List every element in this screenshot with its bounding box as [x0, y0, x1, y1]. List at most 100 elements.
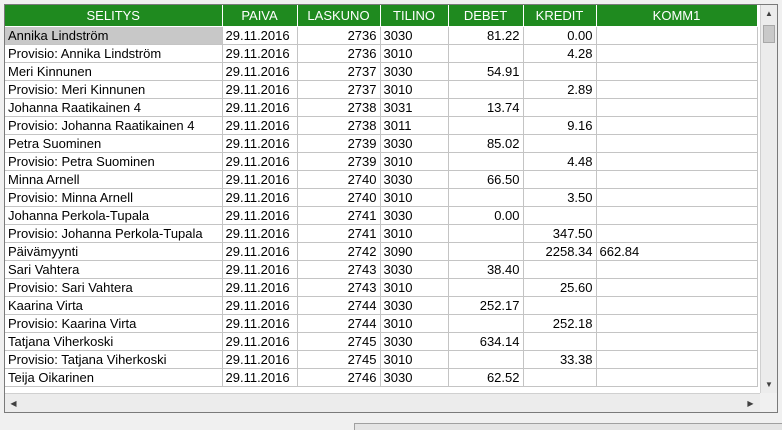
cell-komm1[interactable] — [596, 98, 758, 117]
cell-laskuno[interactable]: 2736 — [297, 26, 381, 45]
cell-kredit[interactable]: 252.18 — [523, 314, 597, 333]
cell-tilino[interactable]: 3010 — [380, 152, 449, 171]
cell-selitys[interactable]: Meri Kinnunen — [5, 62, 223, 81]
cell-komm1[interactable]: 662.84 — [596, 242, 758, 261]
cell-selitys[interactable]: Provisio: Sari Vahtera — [5, 278, 223, 297]
cell-paiva[interactable]: 29.11.2016 — [222, 332, 298, 351]
cell-paiva[interactable]: 29.11.2016 — [222, 98, 298, 117]
cell-komm1[interactable] — [596, 206, 758, 225]
scroll-up-icon[interactable]: ▲ — [761, 5, 777, 22]
cell-tilino[interactable]: 3030 — [380, 170, 449, 189]
cell-paiva[interactable]: 29.11.2016 — [222, 26, 298, 45]
cell-komm1[interactable] — [596, 350, 758, 369]
cell-selitys[interactable]: Provisio: Johanna Perkola-Tupala — [5, 224, 223, 243]
cell-debet[interactable]: 0.00 — [448, 206, 524, 225]
column-header-laskuno[interactable]: LASKUNO — [297, 5, 381, 27]
cell-laskuno[interactable]: 2743 — [297, 278, 381, 297]
cell-selitys[interactable]: Sari Vahtera — [5, 260, 223, 279]
cell-tilino[interactable]: 3031 — [380, 98, 449, 117]
cell-kredit[interactable]: 25.60 — [523, 278, 597, 297]
cell-tilino[interactable]: 3010 — [380, 224, 449, 243]
cell-paiva[interactable]: 29.11.2016 — [222, 134, 298, 153]
cell-komm1[interactable] — [596, 278, 758, 297]
table-row[interactable]: Tatjana Viherkoski 29.11.2016 2745 3030 634.… — [5, 332, 758, 351]
cell-selitys[interactable]: Petra Suominen — [5, 134, 223, 153]
cell-komm1[interactable] — [596, 44, 758, 63]
cell-selitys[interactable]: Tatjana Viherkoski — [5, 332, 223, 351]
table-row[interactable]: Provisio: Johanna Raatikainen 4 29.11.201… — [5, 116, 758, 135]
table-row[interactable]: Annika Lindström 29.11.2016 2736 3030 81.22 0… — [5, 26, 758, 45]
cell-laskuno[interactable]: 2743 — [297, 260, 381, 279]
cell-kredit[interactable] — [523, 170, 597, 189]
cell-laskuno[interactable]: 2742 — [297, 242, 381, 261]
cell-paiva[interactable]: 29.11.2016 — [222, 242, 298, 261]
cell-selitys[interactable]: Johanna Raatikainen 4 — [5, 98, 223, 117]
cell-kredit[interactable]: 0.00 — [523, 26, 597, 45]
table-row[interactable]: Meri Kinnunen 29.11.2016 2737 3030 54.91 — [5, 62, 758, 81]
table-row[interactable]: Johanna Perkola-Tupala 29.11.2016 2741 3030… — [5, 206, 758, 225]
cell-debet[interactable]: 13.74 — [448, 98, 524, 117]
cell-kredit[interactable]: 3.50 — [523, 188, 597, 207]
cell-kredit[interactable]: 2258.34 — [523, 242, 597, 261]
cell-kredit[interactable] — [523, 260, 597, 279]
table-row[interactable]: Provisio: Tatjana Viherkoski 29.11.2016 27… — [5, 350, 758, 369]
cell-kredit[interactable]: 347.50 — [523, 224, 597, 243]
cell-selitys[interactable]: Annika Lindström — [5, 26, 223, 45]
column-header-debet[interactable]: DEBET — [448, 5, 524, 27]
cell-komm1[interactable] — [596, 134, 758, 153]
table-row[interactable]: Sari Vahtera 29.11.2016 2743 3030 38.40 — [5, 260, 758, 279]
cell-debet[interactable] — [448, 152, 524, 171]
cell-laskuno[interactable]: 2740 — [297, 188, 381, 207]
cell-debet[interactable]: 66.50 — [448, 170, 524, 189]
cell-kredit[interactable]: 4.28 — [523, 44, 597, 63]
cell-tilino[interactable]: 3030 — [380, 368, 449, 387]
cell-debet[interactable] — [448, 314, 524, 333]
cell-laskuno[interactable]: 2739 — [297, 152, 381, 171]
cell-debet[interactable] — [448, 80, 524, 99]
cell-komm1[interactable] — [596, 296, 758, 315]
cell-debet[interactable] — [448, 188, 524, 207]
cell-debet[interactable] — [448, 278, 524, 297]
cell-paiva[interactable]: 29.11.2016 — [222, 116, 298, 135]
cell-komm1[interactable] — [596, 26, 758, 45]
cell-selitys[interactable]: Provisio: Petra Suominen — [5, 152, 223, 171]
cell-tilino[interactable]: 3010 — [380, 314, 449, 333]
cell-komm1[interactable] — [596, 152, 758, 171]
column-header-selitys[interactable]: SELITYS — [5, 5, 223, 27]
cell-komm1[interactable] — [596, 62, 758, 81]
table-row[interactable]: Kaarina Virta 29.11.2016 2744 3030 252.17 — [5, 296, 758, 315]
cell-paiva[interactable]: 29.11.2016 — [222, 206, 298, 225]
cell-laskuno[interactable]: 2744 — [297, 296, 381, 315]
cell-kredit[interactable] — [523, 134, 597, 153]
cell-debet[interactable]: 85.02 — [448, 134, 524, 153]
cell-paiva[interactable]: 29.11.2016 — [222, 188, 298, 207]
cell-debet[interactable] — [448, 116, 524, 135]
cell-paiva[interactable]: 29.11.2016 — [222, 260, 298, 279]
table-row[interactable]: Provisio: Annika Lindström 29.11.2016 2736… — [5, 44, 758, 63]
cell-laskuno[interactable]: 2737 — [297, 62, 381, 81]
cell-selitys[interactable]: Provisio: Tatjana Viherkoski — [5, 350, 223, 369]
table-row[interactable]: Provisio: Sari Vahtera 29.11.2016 2743 3010… — [5, 278, 758, 297]
cell-komm1[interactable] — [596, 314, 758, 333]
cell-selitys[interactable]: Provisio: Minna Arnell — [5, 188, 223, 207]
cell-komm1[interactable] — [596, 170, 758, 189]
cell-paiva[interactable]: 29.11.2016 — [222, 368, 298, 387]
cell-tilino[interactable]: 3030 — [380, 332, 449, 351]
table-row[interactable]: Teija Oikarinen 29.11.2016 2746 3030 62.52 — [5, 368, 758, 387]
cell-kredit[interactable] — [523, 332, 597, 351]
cell-selitys[interactable]: Provisio: Kaarina Virta — [5, 314, 223, 333]
horizontal-scrollbar[interactable]: ◀ ▶ — [5, 393, 777, 412]
cell-debet[interactable] — [448, 350, 524, 369]
cell-komm1[interactable] — [596, 224, 758, 243]
cell-selitys[interactable]: Minna Arnell — [5, 170, 223, 189]
data-grid[interactable]: SELITYS PAIVA LASKUNO TILINO DEBET KREDI… — [4, 4, 778, 413]
cell-laskuno[interactable]: 2740 — [297, 170, 381, 189]
cell-debet[interactable]: 38.40 — [448, 260, 524, 279]
cell-komm1[interactable] — [596, 80, 758, 99]
vertical-scroll-thumb[interactable] — [763, 25, 775, 43]
cell-kredit[interactable] — [523, 206, 597, 225]
cell-paiva[interactable]: 29.11.2016 — [222, 152, 298, 171]
cell-kredit[interactable] — [523, 62, 597, 81]
table-row[interactable]: Minna Arnell 29.11.2016 2740 3030 66.50 — [5, 170, 758, 189]
cell-paiva[interactable]: 29.11.2016 — [222, 278, 298, 297]
